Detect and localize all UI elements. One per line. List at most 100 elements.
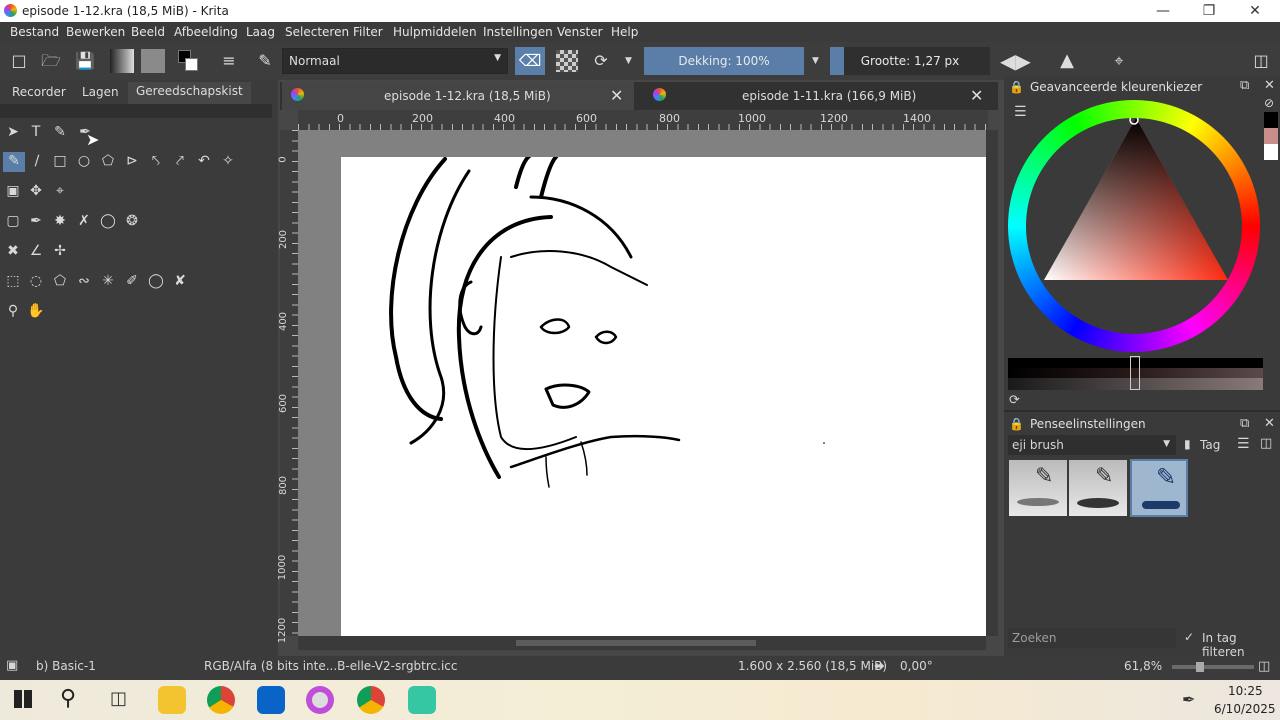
- wrap-around-icon[interactable]: ⌖: [1108, 50, 1130, 72]
- opacity-slider[interactable]: Dekking: 100%: [644, 47, 804, 75]
- swatch-bg[interactable]: [1264, 144, 1278, 160]
- file-explorer-icon[interactable]: [158, 686, 186, 714]
- polygon-select-icon[interactable]: ⬠: [51, 272, 69, 290]
- menu-selecteren[interactable]: Selecteren: [285, 25, 349, 39]
- line-tool-icon[interactable]: ∕: [28, 152, 46, 170]
- close-docker-icon[interactable]: ✕: [1264, 78, 1275, 93]
- multibrush-icon[interactable]: ✧: [219, 152, 237, 170]
- brush-preset-select[interactable]: eji brush ▼: [1008, 435, 1176, 455]
- menu-bestand[interactable]: Bestand: [10, 25, 59, 39]
- pan-tool-icon[interactable]: ✋: [27, 302, 45, 320]
- bezier-select-icon[interactable]: ◯: [147, 272, 165, 290]
- lock-icon[interactable]: 🔒: [1009, 80, 1024, 94]
- magnetic-select-icon[interactable]: ✘: [171, 272, 189, 290]
- transform-tool-icon[interactable]: ▣: [4, 182, 22, 200]
- float-docker-icon[interactable]: ⧉: [1240, 78, 1249, 93]
- status-colorspace[interactable]: RGB/Alfa (8 bits inte...B-elle-V2-srgbtr…: [204, 659, 458, 673]
- color-triangle[interactable]: [1040, 118, 1232, 284]
- freehand-brush-icon[interactable]: ✎: [3, 152, 25, 172]
- chevron-down-icon[interactable]: ▼: [625, 56, 632, 66]
- size-slider[interactable]: Grootte: 1,27 px: [830, 47, 990, 75]
- polygon-tool-icon[interactable]: ⬠: [99, 152, 117, 170]
- eraser-mode-icon[interactable]: ⌫: [515, 47, 545, 75]
- close-tab-icon[interactable]: ✕: [970, 82, 983, 110]
- vertical-scrollbar[interactable]: [986, 130, 998, 636]
- menu-venster[interactable]: Venster: [557, 25, 603, 39]
- tag-icon[interactable]: ▮: [1184, 437, 1191, 451]
- chevron-down-icon[interactable]: ▼: [812, 56, 819, 66]
- refresh-icon[interactable]: ⟳: [1009, 393, 1020, 408]
- menu-instellingen[interactable]: Instellingen: [483, 25, 553, 39]
- gradient-tool-icon[interactable]: ▢: [4, 212, 22, 230]
- rectangle-tool-icon[interactable]: □: [51, 152, 69, 170]
- measure-tool-icon[interactable]: ∠: [27, 242, 45, 260]
- rect-select-icon[interactable]: ⬚: [4, 272, 22, 290]
- polyline-tool-icon[interactable]: ⊳: [123, 152, 141, 170]
- menu-bewerken[interactable]: Bewerken: [66, 25, 125, 39]
- search-icon[interactable]: ⚲: [60, 686, 76, 711]
- select-shapes-icon[interactable]: ➤: [4, 123, 22, 141]
- zoom-tool-icon[interactable]: ⚲: [4, 302, 22, 320]
- zoom-slider[interactable]: [1172, 662, 1254, 672]
- display-icon[interactable]: ◫: [1258, 659, 1270, 674]
- clock-time[interactable]: 10:25: [1228, 684, 1263, 698]
- freehand-path-icon[interactable]: ⤤: [171, 152, 189, 170]
- krita-taskbar-icon[interactable]: [306, 686, 334, 714]
- fill-tool-icon[interactable]: ◯: [99, 212, 117, 230]
- contiguous-select-icon[interactable]: ✳: [99, 272, 117, 290]
- reference-images-icon[interactable]: ✢: [51, 242, 69, 260]
- bezier-tool-icon[interactable]: ⤣: [147, 152, 165, 170]
- menu-help[interactable]: Help: [611, 25, 638, 39]
- open-folder-icon[interactable]: 🗁: [40, 50, 62, 72]
- rotate-icon[interactable]: ⬌: [874, 659, 885, 674]
- blend-mode-select[interactable]: Normaal ▼: [282, 48, 508, 74]
- menu-afbeelding[interactable]: Afbeelding: [174, 25, 238, 39]
- chat-app-icon[interactable]: [408, 686, 436, 714]
- gradient-selector-icon[interactable]: [110, 49, 134, 73]
- zoom-slider-handle[interactable]: [1196, 662, 1204, 672]
- task-view-icon[interactable]: ◫: [110, 688, 127, 709]
- color-picker-icon[interactable]: ✒: [27, 212, 45, 230]
- docker-splitter[interactable]: [1004, 410, 1280, 412]
- menu-laag[interactable]: Laag: [246, 25, 275, 39]
- assistant-tool-icon[interactable]: ✖: [4, 242, 22, 260]
- move-tool-icon[interactable]: ✥: [27, 182, 45, 200]
- dynamic-brush-icon[interactable]: ↶: [195, 152, 213, 170]
- tag-button[interactable]: Tag: [1200, 438, 1220, 452]
- ellipse-tool-icon[interactable]: ○: [75, 152, 93, 170]
- similar-select-icon[interactable]: ✐: [123, 272, 141, 290]
- pattern-selector-icon[interactable]: [141, 49, 165, 73]
- windows-start-icon[interactable]: [14, 690, 32, 708]
- chrome-icon[interactable]: [207, 686, 235, 714]
- enclose-fill-icon[interactable]: ❂: [123, 212, 141, 230]
- storage-icon[interactable]: ◫: [1260, 436, 1272, 451]
- close-docker-icon[interactable]: ✕: [1264, 416, 1275, 431]
- swatch-recent[interactable]: [1264, 128, 1278, 144]
- reset-colors-icon[interactable]: ⊘: [1264, 96, 1274, 110]
- mirror-vertical-icon[interactable]: ▲: [1056, 50, 1078, 72]
- menu-hulpmiddelen[interactable]: Hulpmiddelen: [393, 25, 477, 39]
- minimize-button[interactable]: —: [1140, 0, 1186, 22]
- close-tab-icon[interactable]: ✕: [610, 82, 623, 110]
- tab-recorder[interactable]: Recorder: [12, 84, 66, 104]
- doc-tab-label-1[interactable]: episode 1-12.kra (18,5 MiB): [384, 82, 551, 110]
- brush-settings-icon[interactable]: ≡: [218, 50, 240, 72]
- swatch-fg[interactable]: [1264, 112, 1278, 128]
- brush-preset-thumb[interactable]: ✎: [1069, 460, 1127, 516]
- tab-lagen[interactable]: Lagen: [82, 84, 119, 104]
- smart-patch-icon[interactable]: ✗: [75, 212, 93, 230]
- checkbox-icon[interactable]: ✓: [1184, 630, 1194, 644]
- reload-preset-icon[interactable]: ⟳: [590, 50, 612, 72]
- close-button[interactable]: ✕: [1232, 0, 1278, 22]
- crop-tool-icon[interactable]: ⌖: [51, 182, 69, 200]
- scrollbar-thumb[interactable]: [516, 640, 756, 646]
- new-document-icon[interactable]: □: [8, 50, 30, 72]
- pen-tray-icon[interactable]: ✒: [1182, 690, 1195, 709]
- menu-beeld[interactable]: Beeld: [131, 25, 165, 39]
- alpha-lock-icon[interactable]: [556, 50, 578, 72]
- mirror-horizontal-icon[interactable]: ◀▶: [1000, 50, 1031, 72]
- ellipse-select-icon[interactable]: ◌: [27, 272, 45, 290]
- canvas-image[interactable]: [341, 153, 986, 636]
- freehand-select-icon[interactable]: ∾: [75, 272, 93, 290]
- horizontal-scrollbar[interactable]: [298, 636, 986, 650]
